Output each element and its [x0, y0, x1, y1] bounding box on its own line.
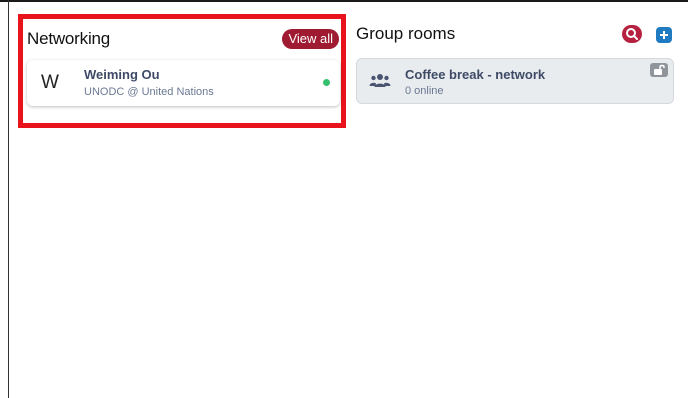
unlock-icon	[650, 63, 668, 77]
plus-icon[interactable]	[656, 27, 672, 43]
users-icon	[369, 72, 391, 90]
top-divider	[0, 0, 688, 2]
room-name: Coffee break - network	[405, 67, 546, 82]
person-card[interactable]: W Weiming Ou UNODC @ United Nations	[27, 60, 340, 106]
group-rooms-header: Group rooms	[356, 24, 676, 46]
online-status-icon	[323, 79, 330, 86]
search-icon[interactable]	[622, 25, 642, 43]
networking-title: Networking	[27, 29, 111, 48]
person-organization: UNODC @ United Nations	[84, 86, 214, 98]
group-rooms-title: Group rooms	[356, 24, 456, 43]
person-name: Weiming Ou	[84, 67, 160, 82]
view-all-button[interactable]: View all	[282, 29, 339, 49]
room-card[interactable]: Coffee break - network 0 online	[356, 58, 674, 104]
left-divider	[8, 0, 9, 398]
networking-panel: Networking View all W Weiming Ou UNODC @…	[18, 14, 346, 128]
room-online-count: 0 online	[405, 85, 444, 97]
networking-header: Networking View all	[27, 29, 339, 51]
avatar: W	[41, 72, 59, 93]
